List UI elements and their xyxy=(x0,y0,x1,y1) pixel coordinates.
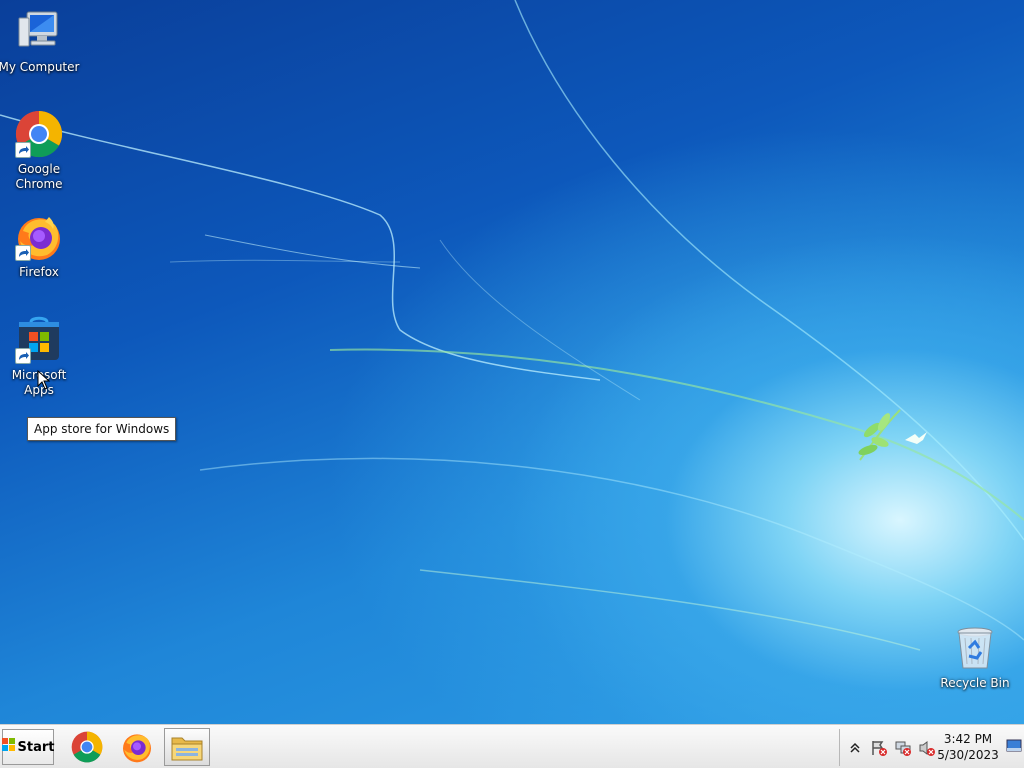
microsoft-store-icon xyxy=(15,316,63,364)
show-desktop-icon[interactable] xyxy=(1006,739,1022,753)
taskbar-firefox-button[interactable] xyxy=(114,728,160,766)
desktop-icon-label: Firefox xyxy=(19,265,59,279)
desktop-icon-label: Google Chrome xyxy=(15,162,63,191)
desktop-icon-label: Recycle Bin xyxy=(940,676,1010,690)
desktop-icon-recycle-bin[interactable]: Recycle Bin xyxy=(936,624,1014,691)
system-tray: 3:42 PM 5/30/2023 xyxy=(839,729,1024,766)
leaf-sprig xyxy=(858,409,901,461)
computer-icon xyxy=(15,8,63,56)
desktop-icon-google-chrome[interactable]: Google Chrome xyxy=(0,110,78,192)
show-hidden-icons-icon[interactable] xyxy=(846,739,864,757)
desktop-icon-label: My Computer xyxy=(0,60,80,74)
start-label: Start xyxy=(17,739,55,755)
shortcut-arrow-icon xyxy=(15,348,31,364)
action-center-flag-icon[interactable] xyxy=(870,739,888,757)
recycle-bin-icon xyxy=(951,624,999,672)
taskbar: Start 3:42 PM 5/30/2023 xyxy=(0,724,1024,768)
start-button[interactable]: Start xyxy=(1,729,55,765)
shortcut-arrow-icon xyxy=(15,245,31,261)
bird xyxy=(905,432,927,444)
tooltip: App store for Windows xyxy=(27,417,177,441)
folder-icon xyxy=(171,737,203,761)
wallpaper-swooshes xyxy=(0,0,1024,651)
clock-time: 3:42 PM xyxy=(943,732,993,746)
network-icon[interactable] xyxy=(894,739,912,757)
firefox-icon xyxy=(123,734,151,763)
firefox-icon xyxy=(15,213,63,261)
mouse-cursor-icon xyxy=(37,370,51,390)
shortcut-arrow-icon xyxy=(15,142,31,158)
clock-date: 5/30/2023 xyxy=(937,748,999,762)
chrome-icon xyxy=(15,110,63,158)
chrome-icon xyxy=(71,731,103,763)
desktop-icon-firefox[interactable]: Firefox xyxy=(0,213,78,280)
windows-logo-icon xyxy=(1,738,16,756)
clock[interactable]: 3:42 PM 5/30/2023 xyxy=(936,731,1000,763)
taskbar-chrome-button[interactable] xyxy=(64,728,110,766)
desktop-icon-my-computer[interactable]: My Computer xyxy=(0,8,80,75)
volume-icon[interactable] xyxy=(918,739,936,757)
taskbar-file-explorer-button[interactable] xyxy=(164,728,210,766)
desktop[interactable]: My Computer Google Chrome Firefox Apps R… xyxy=(0,0,1024,724)
